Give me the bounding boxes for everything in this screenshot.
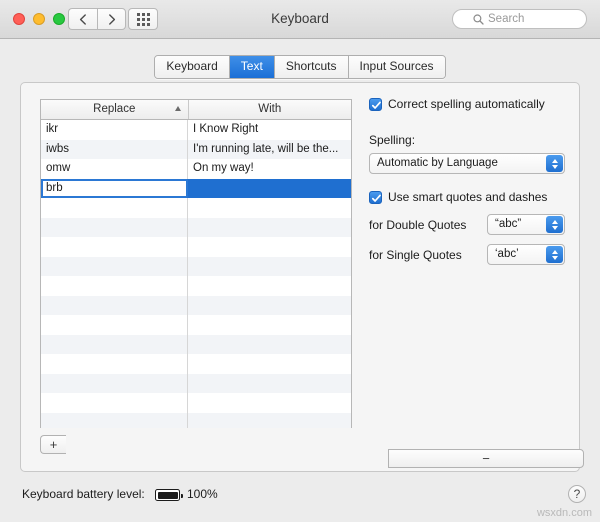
cell-with bbox=[188, 374, 351, 394]
table-row-empty[interactable] bbox=[41, 217, 351, 238]
correct-spelling-checkbox[interactable] bbox=[369, 98, 382, 111]
cell-with bbox=[188, 296, 351, 316]
battery-level-label: Keyboard battery level: bbox=[22, 487, 145, 501]
table-body: ikr I Know Right iwbs I'm running late, … bbox=[41, 120, 351, 428]
table-row-empty[interactable] bbox=[41, 276, 351, 296]
table-row[interactable]: omw On my way! bbox=[41, 159, 351, 179]
cell-replace bbox=[41, 373, 188, 393]
tab-keyboard[interactable]: Keyboard bbox=[155, 56, 230, 78]
double-quotes-popup-button[interactable]: “abc” bbox=[487, 214, 565, 235]
caret-up-icon bbox=[174, 106, 181, 111]
keyboard-preferences-window: Keyboard Search Keyboard Text Shortcuts … bbox=[0, 0, 600, 522]
cell-with: I Know Right bbox=[193, 123, 259, 135]
table-row-empty[interactable] bbox=[41, 295, 351, 316]
table-row-empty[interactable] bbox=[41, 334, 351, 355]
column-header-with[interactable]: With bbox=[189, 100, 351, 119]
cell-with bbox=[188, 354, 351, 374]
single-quotes-value: ‘abc’ bbox=[495, 248, 519, 260]
table-row-selected[interactable]: brb bbox=[41, 178, 351, 199]
replacements-table: Replace With ikr I Know Right iwbs I'm r… bbox=[40, 99, 352, 428]
cell-replace bbox=[41, 412, 188, 428]
table-row-empty[interactable] bbox=[41, 198, 351, 218]
cell-replace bbox=[41, 393, 188, 413]
table-row-empty[interactable] bbox=[41, 315, 351, 335]
cell-with bbox=[188, 198, 351, 218]
cell-replace bbox=[41, 334, 188, 354]
cell-with bbox=[188, 257, 351, 277]
double-quotes-value: “abc” bbox=[495, 218, 522, 230]
cell-replace: ikr bbox=[41, 120, 188, 140]
options-column: Correct spelling automatically Spelling:… bbox=[369, 97, 565, 265]
title-bar: Keyboard Search bbox=[0, 0, 600, 39]
table-row[interactable]: iwbs I'm running late, will be the... bbox=[41, 139, 351, 159]
cell-replace bbox=[41, 276, 188, 296]
cell-with bbox=[188, 237, 351, 257]
cell-with bbox=[188, 315, 351, 335]
single-quotes-row: for Single Quotes ‘abc’ bbox=[369, 244, 565, 265]
tab-bar: Keyboard Text Shortcuts Input Sources bbox=[0, 55, 600, 79]
column-header-replace-label: Replace bbox=[93, 103, 136, 115]
cell-replace bbox=[41, 354, 188, 374]
table-action-buttons: + − bbox=[40, 435, 584, 468]
cell-with bbox=[188, 276, 351, 296]
smart-quotes-row[interactable]: Use smart quotes and dashes bbox=[369, 190, 565, 205]
table-row-empty[interactable] bbox=[41, 412, 351, 429]
add-replacement-button[interactable]: + bbox=[40, 435, 66, 454]
double-quotes-row: for Double Quotes “abc” bbox=[369, 214, 565, 235]
updown-arrows-icon bbox=[546, 155, 563, 172]
table-row-empty[interactable] bbox=[41, 354, 351, 374]
table-row-empty[interactable] bbox=[41, 393, 351, 413]
tab-input-sources[interactable]: Input Sources bbox=[348, 56, 445, 78]
correct-spelling-row[interactable]: Correct spelling automatically bbox=[369, 97, 565, 112]
cell-replace bbox=[41, 315, 188, 335]
cell-with: I'm running late, will be the... bbox=[193, 142, 339, 155]
spelling-popup-button[interactable]: Automatic by Language bbox=[369, 153, 565, 174]
cell-with: On my way! bbox=[193, 162, 254, 174]
cell-with bbox=[188, 218, 351, 238]
replace-edit-input[interactable]: brb bbox=[41, 178, 188, 198]
table-row-empty[interactable] bbox=[41, 237, 351, 257]
spelling-popup-value: Automatic by Language bbox=[377, 157, 498, 169]
tab-text[interactable]: Text bbox=[229, 56, 275, 78]
cell-with bbox=[188, 335, 351, 355]
cell-with bbox=[188, 393, 351, 413]
single-quotes-label: for Single Quotes bbox=[369, 247, 462, 262]
spelling-label: Spelling: bbox=[369, 133, 416, 147]
cell-replace bbox=[41, 256, 188, 276]
table-row-empty[interactable] bbox=[41, 373, 351, 394]
battery-percent: 100% bbox=[187, 487, 218, 501]
watermark: wsxdn.com bbox=[536, 507, 592, 519]
tab-shortcuts[interactable]: Shortcuts bbox=[274, 56, 349, 78]
cell-replace-editing[interactable]: brb bbox=[41, 178, 188, 198]
cell-with bbox=[188, 179, 351, 199]
smart-quotes-checkbox[interactable] bbox=[369, 191, 382, 204]
updown-arrows-icon bbox=[546, 246, 563, 263]
help-button[interactable]: ? bbox=[568, 485, 586, 503]
cell-replace bbox=[41, 217, 188, 237]
search-placeholder: Search bbox=[488, 13, 525, 25]
cell-replace: iwbs bbox=[41, 139, 188, 159]
cell-replace bbox=[41, 198, 188, 218]
search-field[interactable]: Search bbox=[452, 9, 587, 29]
search-icon bbox=[473, 13, 484, 25]
updown-arrows-icon bbox=[546, 216, 563, 233]
battery-icon bbox=[155, 489, 183, 501]
text-preferences-panel: Replace With ikr I Know Right iwbs I'm r… bbox=[20, 82, 584, 472]
cell-replace bbox=[41, 237, 188, 257]
remove-replacement-button[interactable]: − bbox=[388, 449, 584, 468]
cell-replace bbox=[41, 295, 188, 315]
smart-quotes-label: Use smart quotes and dashes bbox=[388, 190, 548, 204]
table-row[interactable]: ikr I Know Right bbox=[41, 120, 351, 140]
cell-with bbox=[188, 413, 351, 429]
cell-replace: omw bbox=[41, 159, 188, 179]
single-quotes-popup-button[interactable]: ‘abc’ bbox=[487, 244, 565, 265]
table-row-empty[interactable] bbox=[41, 256, 351, 277]
column-header-with-label: With bbox=[258, 103, 282, 115]
column-header-replace[interactable]: Replace bbox=[41, 100, 189, 119]
correct-spelling-label: Correct spelling automatically bbox=[388, 97, 545, 111]
double-quotes-label: for Double Quotes bbox=[369, 217, 467, 232]
table-header: Replace With bbox=[41, 100, 351, 120]
